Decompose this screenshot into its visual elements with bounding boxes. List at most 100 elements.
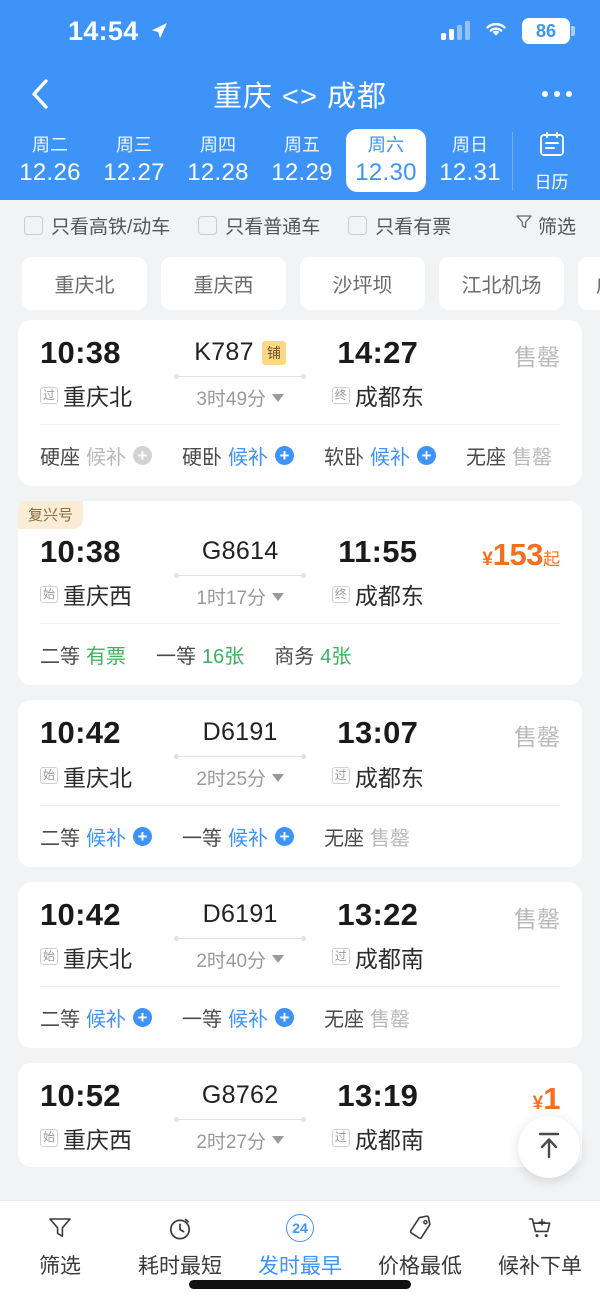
trip-duration: 2时40分 [196,950,267,972]
date-tab-date: 12.31 [439,159,501,187]
station-chip-2[interactable]: 沙坪坝 [300,257,425,310]
funnel-icon [515,213,533,237]
arrival-info: 11:55 终 成都东 [304,533,451,611]
seat-availability: 有票 [86,646,126,669]
station-filter-chips[interactable]: 重庆北 重庆西 沙坪坝 江北机场 成 [0,250,600,320]
bottom-nav-waitlist-order[interactable]: 候补下单 [480,1213,600,1280]
station-type-tag: 终 [331,386,350,404]
price-column: ¥153起 [451,533,560,573]
train-card[interactable]: 复兴号 10:38 始 重庆西 G8614 1时17分 11:55 终 成都东 … [18,501,582,686]
station-chip-0[interactable]: 重庆北 [22,257,147,310]
seat-option[interactable]: 一等 候补 + [182,1003,294,1032]
status-bar-indicators: 86 [441,18,575,44]
chevron-down-icon[interactable] [272,592,285,601]
add-waitlist-icon[interactable]: + [275,826,294,846]
currency-symbol: ¥ [532,1092,544,1114]
add-waitlist-icon[interactable]: + [417,446,436,466]
seat-option[interactable]: 硬卧 候补 + [182,441,294,470]
seat-option[interactable]: 二等 候补 + [40,822,152,851]
checkbox-icon[interactable] [348,215,368,235]
trip-duration-toggle[interactable]: 1时17分 [196,583,285,610]
departure-time: 10:42 [40,896,121,932]
more-options-button[interactable] [542,91,572,97]
bottom-nav-lowest-price[interactable]: 价格最低 [360,1213,480,1280]
trip-duration-toggle[interactable]: 2时25分 [196,764,285,791]
bottom-navigation-bar: 筛选 耗时最短 24 发时最早 价格最低 候补下单 [0,1200,600,1300]
departure-info: 10:38 过 重庆北 [40,334,176,412]
seat-option[interactable]: 硬座 候补 + [40,441,152,470]
seat-option[interactable]: 二等 候补 + [40,1003,152,1032]
seat-class-label: 二等 [40,646,80,669]
arrival-station: 过 成都东 [304,759,451,793]
checkbox-icon[interactable] [198,215,218,235]
train-middle-info: D6191 2时40分 [174,896,307,973]
arrival-station-name: 成都东 [354,583,424,610]
add-waitlist-icon[interactable]: + [275,1007,294,1027]
departure-time: 10:38 [40,534,121,570]
seat-option[interactable]: 一等 16张 [156,640,244,669]
bottom-nav-shortest-duration[interactable]: 耗时最短 [120,1213,240,1280]
bottom-nav-filter[interactable]: 筛选 [0,1213,120,1280]
seat-option[interactable]: 软卧 候补 + [324,441,436,470]
bottom-nav-label: 价格最低 [378,1255,462,1278]
train-number: D6191 [202,718,278,747]
seat-option: 无座 售罄 [324,1003,410,1032]
train-result-list[interactable]: 10:38 过 重庆北 K787 铺 3时49分 14:27 终 成都东 售罄 … [0,320,600,1225]
seat-availability: 16张 [202,646,245,669]
filter-checkbox-available[interactable]: 只看有票 [348,212,451,239]
station-chip-4[interactable]: 成 [578,257,600,310]
train-card[interactable]: 10:42 始 重庆北 D6191 2时40分 13:22 过 成都南 售罄 二… [18,881,582,1048]
date-tab-1[interactable]: 周三 12.27 [94,129,174,192]
date-tab-0[interactable]: 周二 12.26 [10,129,90,192]
date-tab-date: 12.26 [19,159,81,187]
train-card[interactable]: 10:42 始 重庆北 D6191 2时25分 13:07 过 成都东 售罄 二… [18,700,582,867]
station-type-tag: 始 [40,948,59,966]
seat-option: 无座 售罄 [324,822,410,851]
bottom-nav-earliest-departure[interactable]: 24 发时最早 [240,1213,360,1280]
filter-checkbox-normal[interactable]: 只看普通车 [198,212,320,239]
chevron-down-icon[interactable] [272,955,285,964]
calendar-button[interactable]: 日历 [512,132,590,192]
seat-class-label: 无座 [466,447,506,470]
station-chip-1[interactable]: 重庆西 [161,257,286,310]
filter-button[interactable]: 筛选 [515,212,576,239]
seat-option[interactable]: 二等 有票 [40,640,126,669]
scroll-to-top-button[interactable] [518,1116,580,1178]
arrival-info: 13:07 过 成都东 [304,714,451,792]
seat-availability: 候补 [86,1008,126,1031]
checkbox-icon[interactable] [24,215,43,235]
seat-option[interactable]: 商务 4张 [274,640,351,669]
date-tab-weekday: 周二 [32,134,68,155]
station-type-tag: 始 [40,585,59,603]
stopwatch-icon [166,1213,194,1243]
chevron-down-icon[interactable] [272,773,285,782]
trip-duration-toggle[interactable]: 2时40分 [196,946,285,973]
seat-availability: 4张 [320,646,352,669]
battery-indicator: 86 [522,18,575,44]
departure-station: 始 重庆西 [40,577,176,611]
add-waitlist-icon[interactable]: + [133,1007,152,1027]
trip-duration-toggle[interactable]: 2时27分 [196,1127,285,1154]
departure-time: 10:38 [40,335,121,370]
date-tab-4-selected[interactable]: 周六 12.30 [346,129,426,192]
train-card[interactable]: 10:38 过 重庆北 K787 铺 3时49分 14:27 终 成都东 售罄 … [18,320,582,487]
add-waitlist-icon[interactable]: + [133,826,152,846]
date-tab-5[interactable]: 周日 12.31 [430,129,510,192]
sold-out-status: 售罄 [514,344,560,370]
train-card[interactable]: 10:52 始 重庆西 G8762 2时27分 13:19 过 成都南 ¥1 [18,1062,582,1167]
seat-option[interactable]: 一等 候补 + [182,822,294,851]
filter-checkbox-highspeed[interactable]: 只看高铁/动车 [24,212,170,239]
station-chip-3[interactable]: 江北机场 [439,257,564,310]
seat-class-row: 二等 有票 一等 16张 商务 4张 [18,624,582,685]
trip-duration-toggle[interactable]: 3时49分 [196,384,285,411]
back-button[interactable] [28,77,68,111]
chevron-down-icon[interactable] [272,1136,285,1145]
add-waitlist-icon[interactable]: + [275,446,294,466]
date-tab-3[interactable]: 周五 12.29 [262,129,342,192]
date-tab-2[interactable]: 周四 12.28 [178,129,258,192]
location-arrow-icon [149,21,169,41]
chevron-down-icon[interactable] [272,393,285,402]
train-number-row: K787 铺 [194,338,287,367]
arrival-time: 14:27 [337,335,419,370]
add-waitlist-icon[interactable]: + [133,446,152,466]
